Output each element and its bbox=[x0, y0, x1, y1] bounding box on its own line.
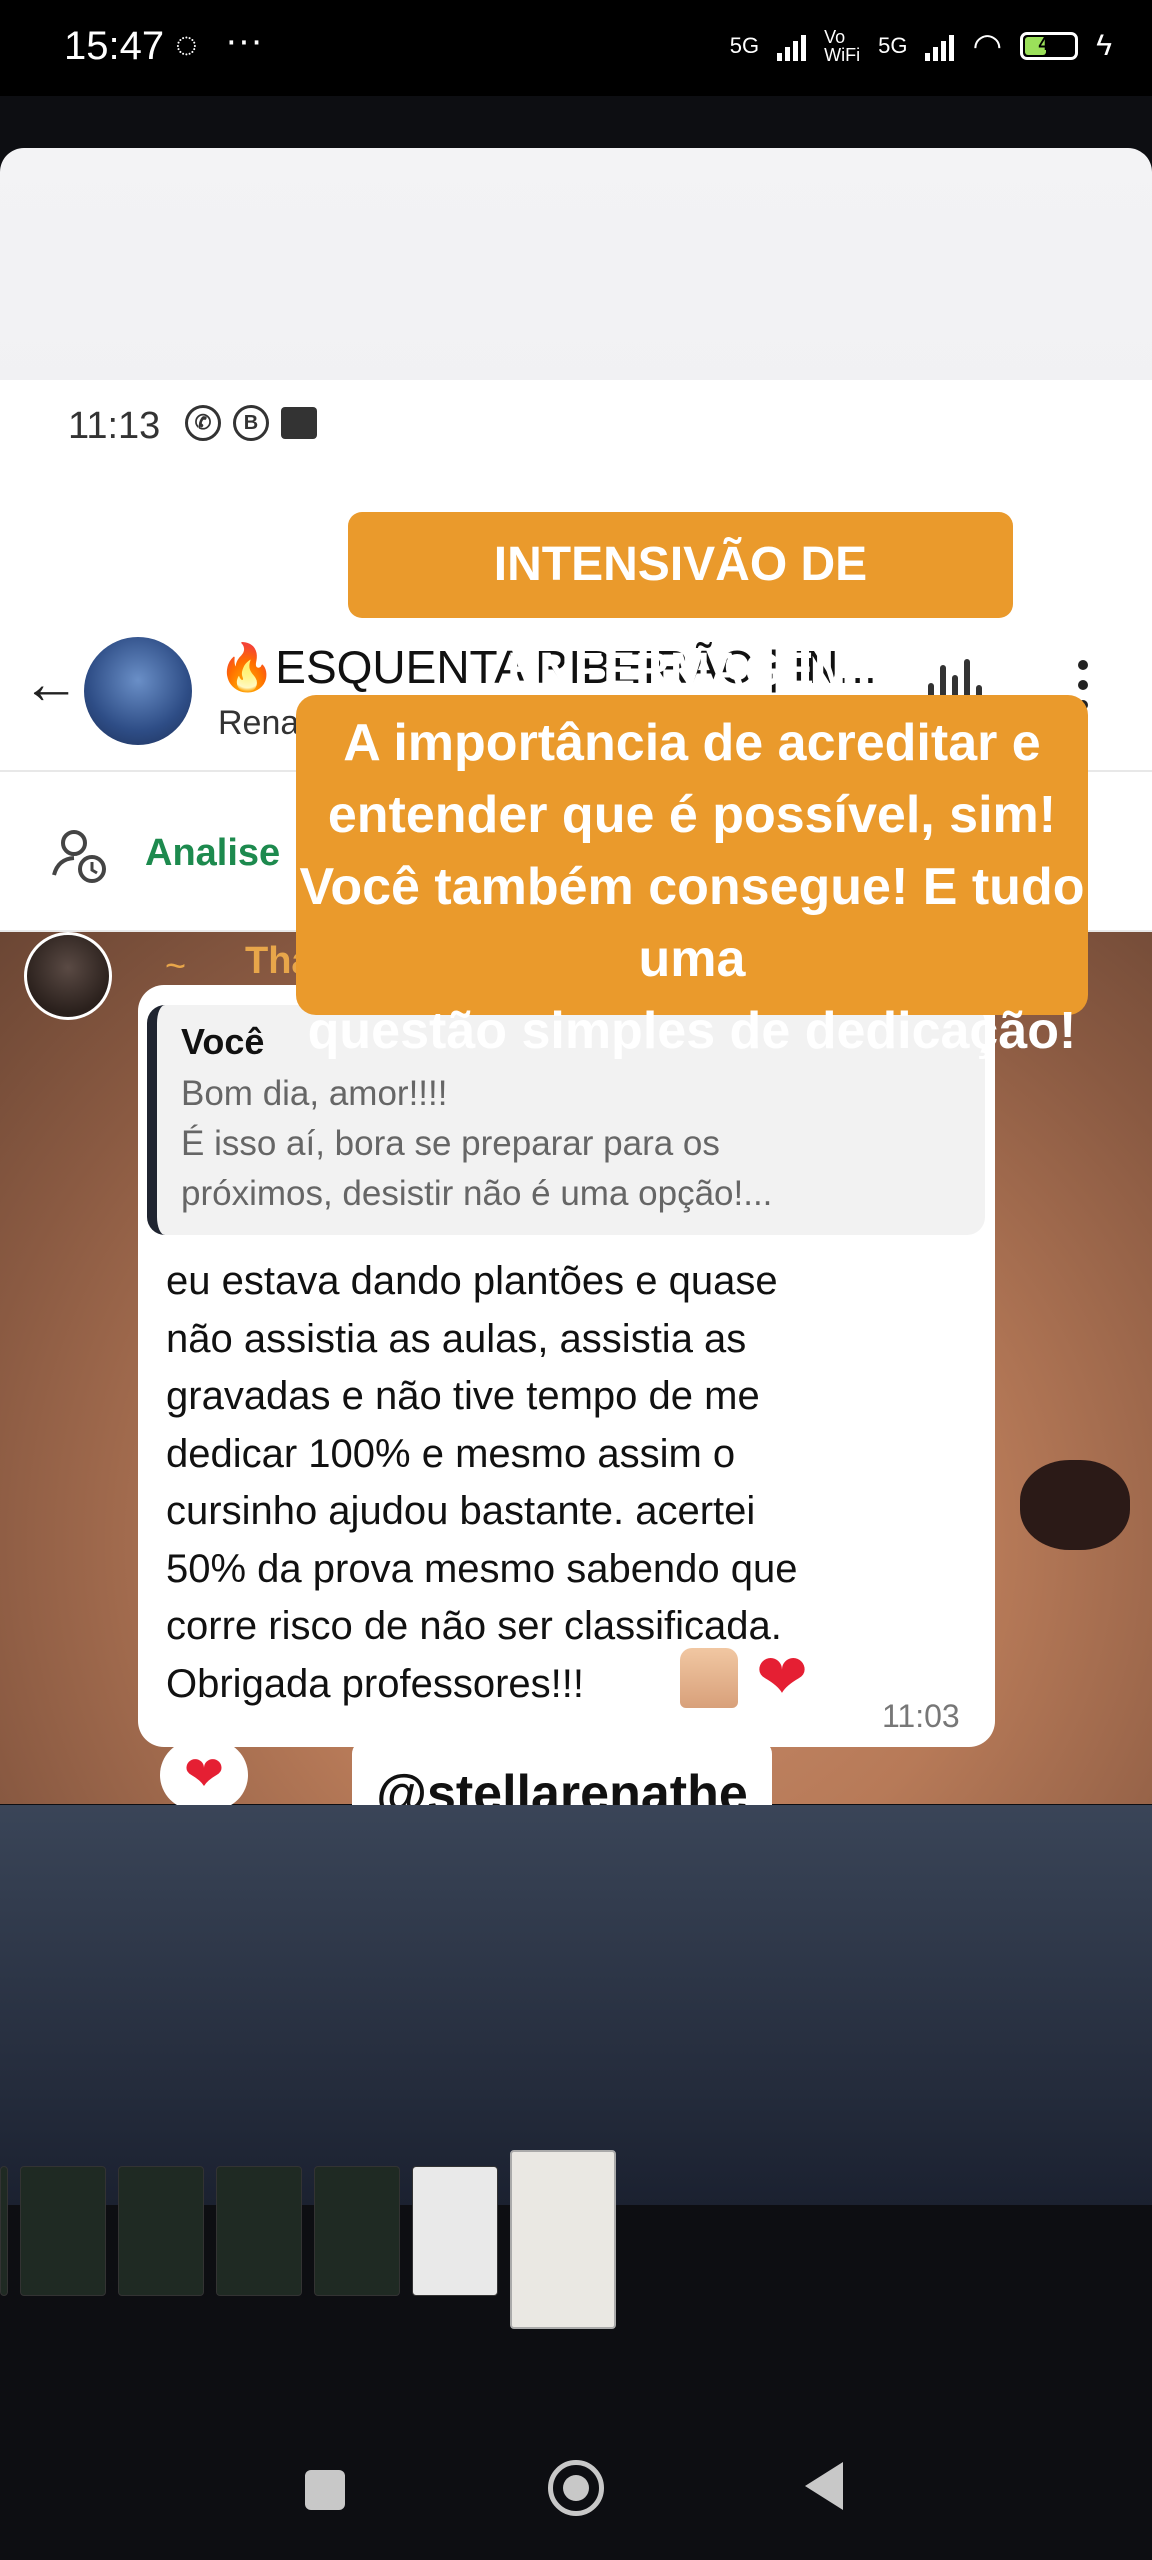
sender-tilde: ~ bbox=[165, 945, 187, 986]
quote-text: Bom dia, amor!!!! É isso aí, bora se pre… bbox=[181, 1074, 773, 1213]
home-icon[interactable] bbox=[548, 2460, 604, 2516]
back-arrow-icon[interactable]: ← bbox=[22, 650, 80, 717]
inner-status-time: 11:13 bbox=[68, 405, 161, 447]
vowifi-label: Vo WiFi bbox=[824, 27, 861, 65]
image-icon bbox=[281, 407, 317, 439]
praying-hands-icon bbox=[680, 1648, 738, 1708]
wallpaper-detail bbox=[1020, 1460, 1130, 1550]
thumbnail-active[interactable] bbox=[510, 2150, 616, 2329]
heart-icon: ❤ bbox=[756, 1643, 808, 1712]
inner-status-bar bbox=[0, 380, 1152, 480]
status-icons: 5G Vo WiFi 5G ◠ 40 ϟ bbox=[730, 26, 1112, 66]
overlay-title: INTENSIVÃO DE ENFERMAGEM bbox=[348, 512, 1013, 697]
recents-icon[interactable] bbox=[305, 2470, 345, 2510]
sender-avatar[interactable] bbox=[24, 932, 112, 1020]
thumbnail[interactable] bbox=[314, 2166, 400, 2296]
back-icon[interactable] bbox=[805, 2462, 843, 2510]
heart-reaction[interactable]: ❤ bbox=[160, 1740, 248, 1810]
charging-icon: ϟ bbox=[1096, 29, 1112, 62]
wifi-icon: ◠ bbox=[972, 27, 1003, 65]
signal-icon bbox=[777, 31, 807, 61]
signal-icon-2 bbox=[925, 31, 955, 61]
thumbnail[interactable] bbox=[20, 2166, 106, 2296]
thumbnail[interactable] bbox=[412, 2166, 498, 2296]
status-time: 15:47 bbox=[64, 24, 165, 68]
group-avatar[interactable] bbox=[84, 637, 192, 745]
thumbnail[interactable] bbox=[118, 2166, 204, 2296]
thumbnail[interactable] bbox=[0, 2166, 8, 2296]
message-text: eu estava dando plantões e quase não ass… bbox=[166, 1259, 798, 1706]
network-5g-label: 5G bbox=[729, 33, 760, 58]
overlay-body: A importância de acreditar e entender qu… bbox=[296, 695, 1088, 1060]
business-icon: B bbox=[233, 405, 269, 441]
story-background-lower bbox=[0, 1805, 1152, 2205]
battery-icon: 40 bbox=[1020, 32, 1079, 60]
whatsapp-icon: ✆ bbox=[185, 405, 221, 441]
thumbnail[interactable] bbox=[216, 2166, 302, 2296]
thumbnail-strip bbox=[0, 2150, 1152, 2330]
network-5g-label-2: 5G bbox=[878, 33, 908, 58]
more-notifications-icon: ··· bbox=[225, 20, 263, 62]
message-time: 11:03 bbox=[882, 1698, 960, 1734]
message-emoji: ❤ bbox=[680, 1643, 808, 1712]
pinned-label: Analise bbox=[145, 832, 281, 874]
inner-status-icons: ✆ B bbox=[185, 405, 317, 441]
admin-clock-icon bbox=[52, 830, 106, 883]
whatsapp-notification-icon: ◌ bbox=[175, 24, 198, 66]
